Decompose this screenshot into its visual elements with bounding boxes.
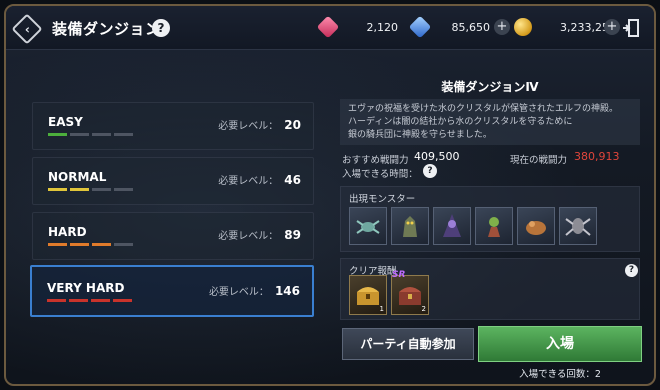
required-level: 必要レベル： 146 (208, 284, 300, 298)
description-line: ハーディンは闇の結社から水のクリスタルを守るために (348, 117, 573, 127)
difficulty-hard[interactable]: HARD 必要レベル： 89 (32, 212, 314, 260)
difficulty-meter (47, 299, 132, 302)
reward-count: 1 (379, 305, 384, 313)
difficulty-label: VERY HARD (47, 281, 125, 295)
back-button[interactable]: ‹ (11, 13, 43, 45)
recommended-power-value: 409,500 (414, 150, 460, 163)
entry-time-label: 入場できる時間： (342, 169, 418, 180)
blue-gem-count: 85,650 (451, 21, 491, 34)
required-level: 必要レベル： 89 (218, 228, 301, 242)
difficulty-label: HARD (48, 225, 87, 239)
dungeon-window: ‹ 装備ダンジョン ? 2,120 85,650 + 3,233,259 + E… (4, 4, 656, 386)
page-title: 装備ダンジョン (52, 20, 161, 38)
header-bar: ‹ 装備ダンジョン ? 2,120 85,650 + 3,233,259 + (6, 6, 654, 50)
rewards-help-button[interactable]: ? (625, 264, 638, 277)
sr-chest-icon[interactable]: SR 2 (391, 270, 429, 315)
blue-gem-icon (408, 15, 432, 39)
dungeon-title: 装備ダンジョンⅣ (441, 80, 539, 94)
gold-coin-icon (514, 18, 532, 36)
dark-mage-monster-icon[interactable] (433, 207, 471, 245)
red-gem-icon (316, 15, 340, 39)
entry-count-text: 入場できる回数：2 (519, 369, 601, 380)
recommended-power-label: おすすめ戦闘力 (342, 155, 409, 166)
dungeon-description: エヴァの祝福を受けた水のクリスタルが保管されたエルフの神殿。 ハーディンは闇の結… (340, 99, 640, 145)
monsters-section: 出現モンスター (340, 186, 640, 252)
required-level: 必要レベル： 20 (218, 118, 301, 132)
golem-monster-icon[interactable] (391, 207, 429, 245)
spider-knight-monster-icon[interactable] (559, 207, 597, 245)
reward-count: 2 (421, 305, 426, 313)
description-line: エヴァの祝福を受けた水のクリスタルが保管されたエルフの神殿。 (348, 104, 619, 114)
difficulty-easy[interactable]: EASY 必要レベル： 20 (32, 102, 314, 150)
difficulty-meter (48, 243, 133, 246)
entry-time-help-button[interactable]: ? (423, 164, 437, 178)
red-gem-count: 2,120 (366, 21, 399, 34)
required-level: 必要レベル： 46 (218, 173, 301, 187)
monsters-label: 出現モンスター (349, 194, 416, 205)
beast-monster-icon[interactable] (517, 207, 555, 245)
rewards-section: クリア報酬 ? 1 SR 2 (340, 258, 640, 320)
current-power-label: 現在の戦闘力 (510, 155, 568, 166)
sr-badge: SR (392, 270, 406, 280)
current-power-value: 380,913 (574, 150, 620, 163)
difficulty-very-hard[interactable]: VERY HARD 必要レベル： 146 (30, 265, 314, 317)
chevron-left-icon: ‹ (24, 21, 30, 36)
description-line: 銀の騎兵団に神殿を守らせました。 (348, 130, 492, 140)
goblin-monster-icon[interactable] (475, 207, 513, 245)
exit-door-icon[interactable] (622, 18, 640, 38)
help-button[interactable]: ? (152, 19, 170, 37)
enter-button[interactable]: 入場 (478, 326, 642, 362)
difficulty-label: NORMAL (48, 170, 107, 184)
spider-monster-icon[interactable] (349, 207, 387, 245)
difficulty-meter (48, 133, 133, 136)
difficulty-meter (48, 188, 133, 191)
auto-party-button[interactable]: パーティ自動参加 (342, 328, 474, 360)
difficulty-normal[interactable]: NORMAL 必要レベル： 46 (32, 157, 314, 205)
add-gem-button[interactable]: + (494, 19, 510, 35)
difficulty-label: EASY (48, 115, 83, 129)
add-gold-button[interactable]: + (604, 19, 620, 35)
gold-chest-icon[interactable]: 1 (349, 275, 387, 315)
